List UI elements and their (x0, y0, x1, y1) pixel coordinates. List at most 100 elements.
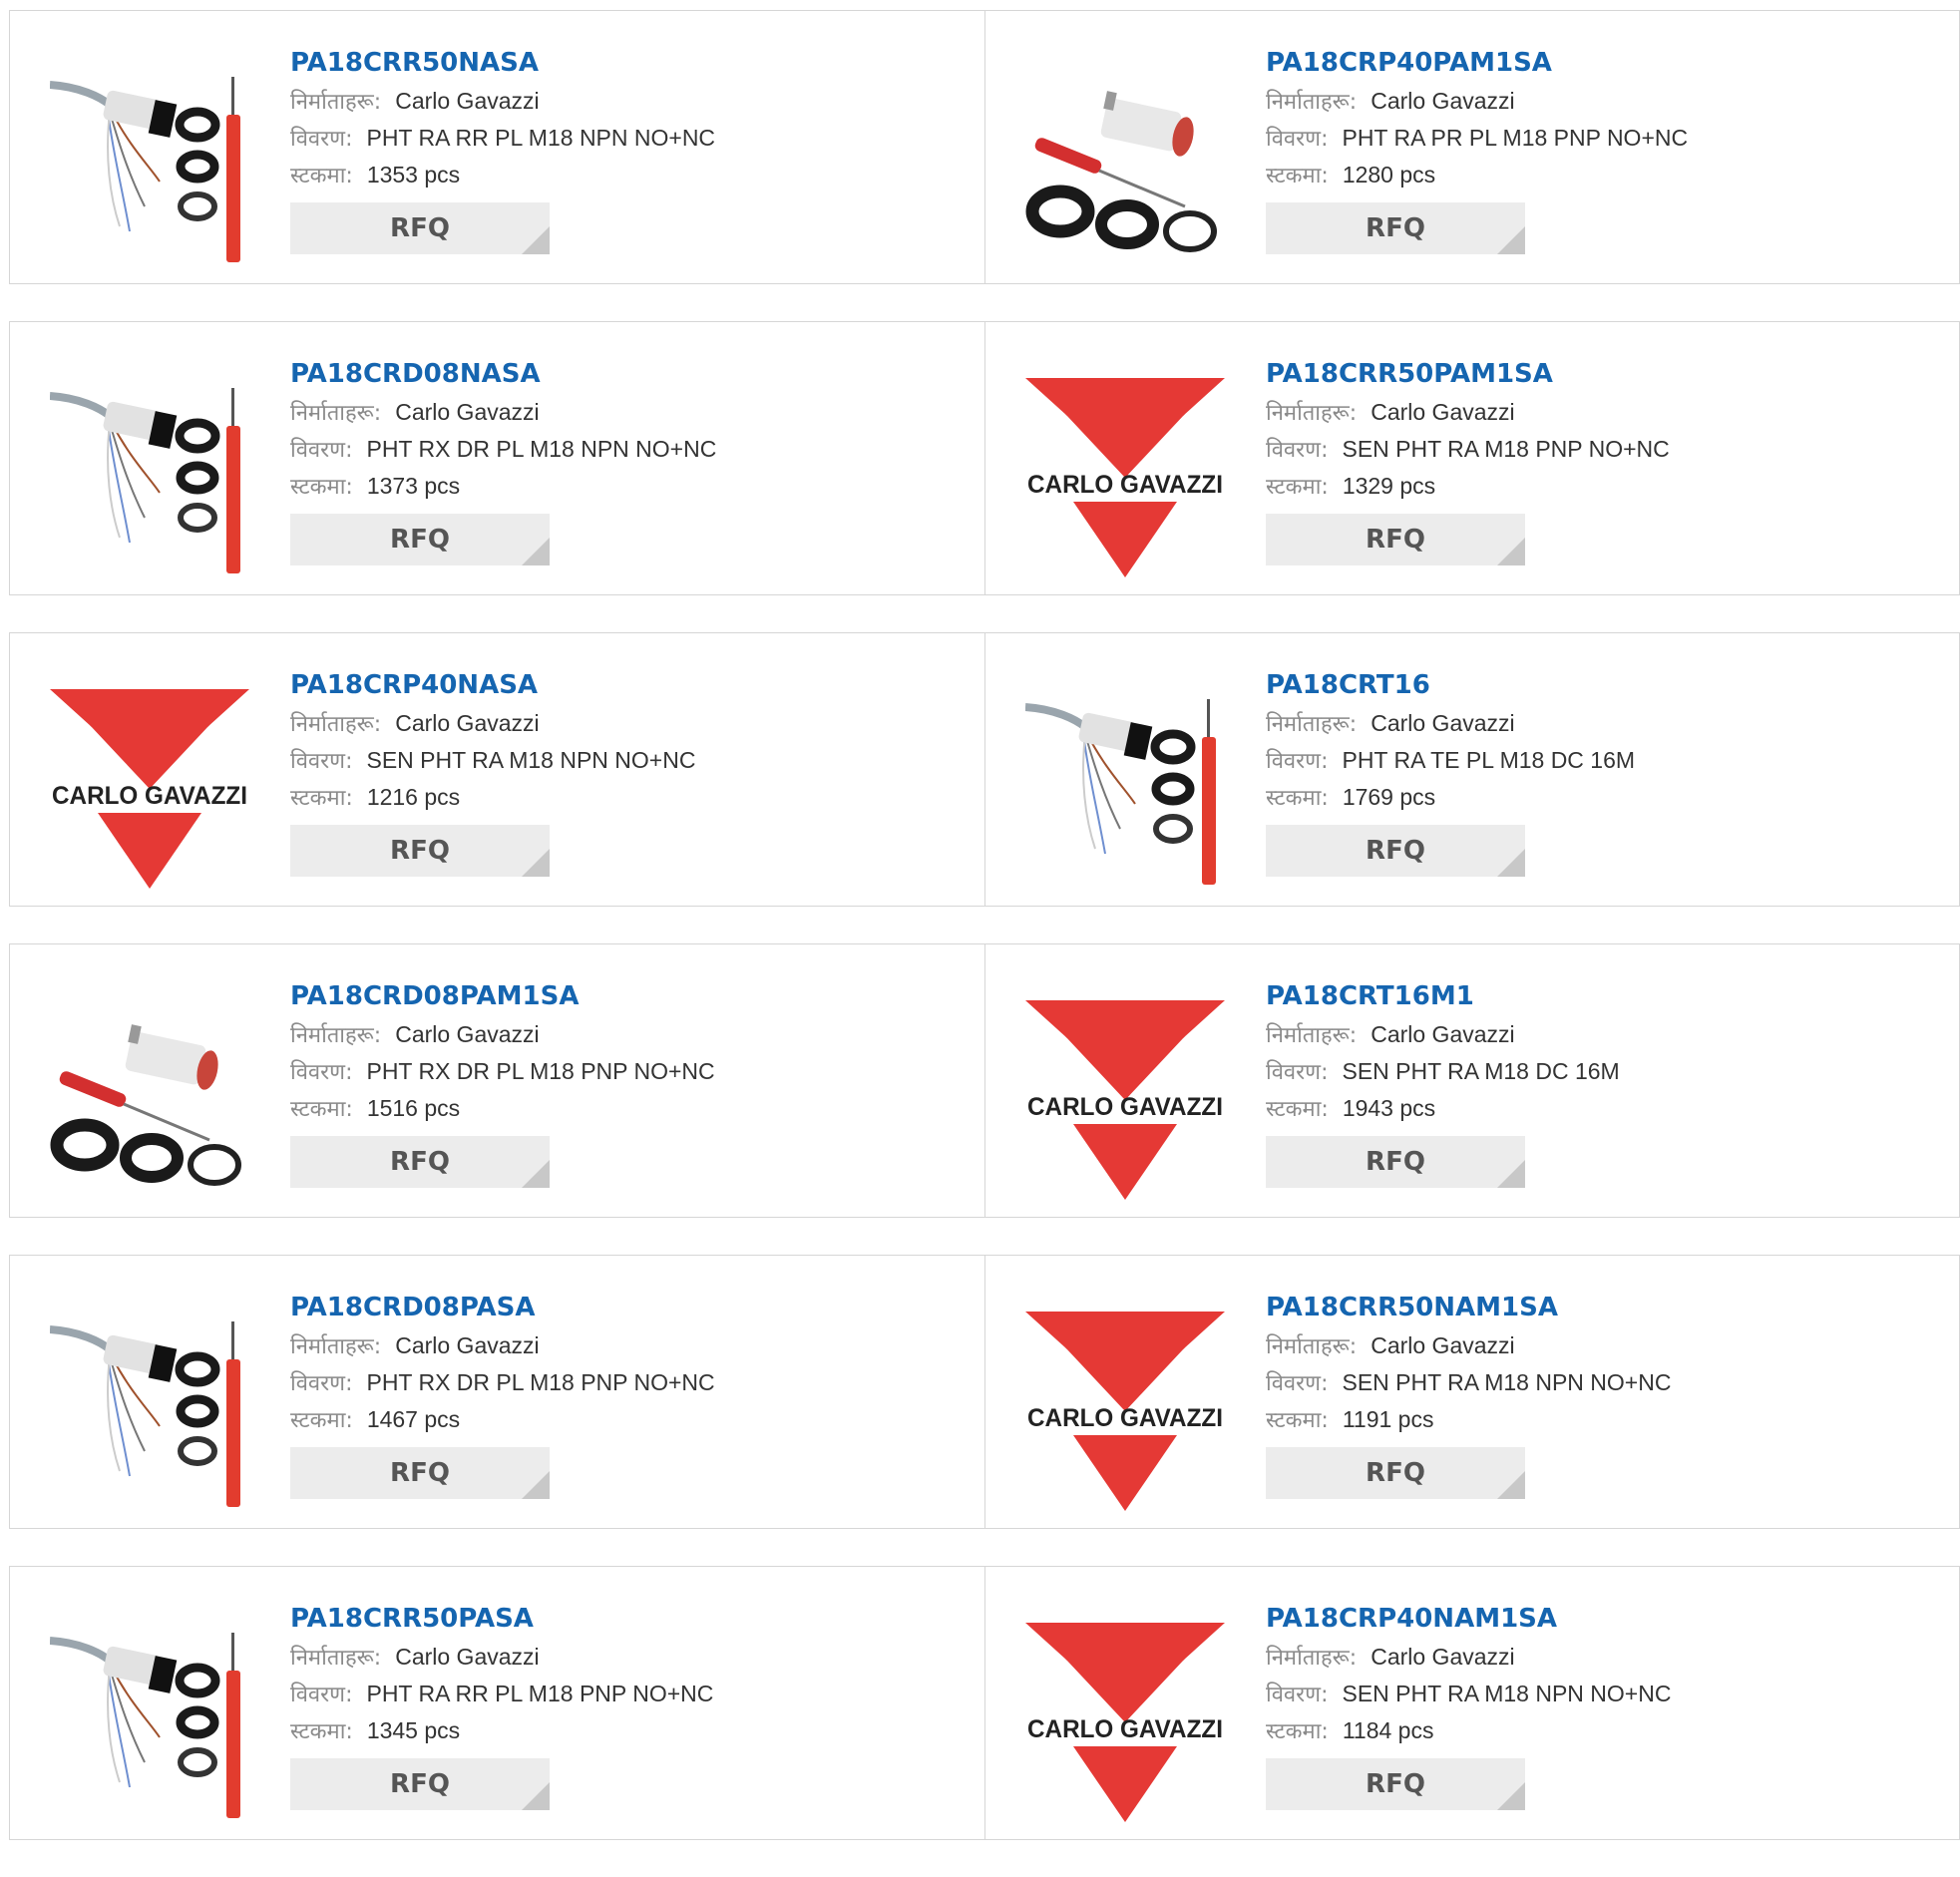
corner-decoration (1497, 226, 1525, 254)
product-info: PA18CRT16M1 निर्माताहरू: Carlo Gavazzi वि… (1266, 976, 1620, 1188)
corner-decoration (1497, 1471, 1525, 1499)
product-info: PA18CRP40PAM1SA निर्माताहरू: Carlo Gavazz… (1266, 43, 1688, 254)
description-label: विवरण: (290, 1371, 353, 1396)
description-label: विवरण: (290, 1060, 353, 1085)
stock-row: स्टकमा: 1353 pcs (290, 157, 715, 193)
description-row: विवरण: PHT RA RR PL M18 NPN NO+NC (290, 120, 715, 157)
product-image[interactable]: CARLO GAVAZZI (1025, 1623, 1225, 1822)
rfq-button[interactable]: RFQ (1266, 514, 1525, 565)
product-row: PA18CRD08PASA निर्माताहरू: Carlo Gavazzi … (9, 1255, 1960, 1529)
description-label: विवरण: (1266, 749, 1329, 774)
product-image[interactable]: CARLO GAVAZZI (1025, 378, 1225, 577)
product-card: PA18CRR50NASA निर्माताहरू: Carlo Gavazzi … (10, 11, 984, 283)
product-info: PA18CRR50NAM1SA निर्माताहरू: Carlo Gavazz… (1266, 1288, 1671, 1499)
part-number-link[interactable]: PA18CRR50PAM1SA (1266, 354, 1670, 394)
stock-value: 1516 pcs (366, 1095, 461, 1121)
product-image[interactable]: CARLO GAVAZZI (50, 689, 249, 889)
product-image[interactable] (50, 1623, 249, 1822)
rfq-label: RFQ (390, 1458, 450, 1488)
manufacturer-row: निर्माताहरू: Carlo Gavazzi (290, 394, 716, 431)
product-row: PA18CRR50PASA निर्माताहरू: Carlo Gavazzi … (9, 1566, 1960, 1840)
rfq-button[interactable]: RFQ (1266, 1136, 1525, 1188)
manufacturer-label: निर्माताहरू: (290, 90, 382, 115)
rfq-button[interactable]: RFQ (290, 1758, 550, 1810)
product-image[interactable]: CARLO GAVAZZI (1025, 1312, 1225, 1511)
corner-decoration (522, 1782, 550, 1810)
stock-row: स्टकमा: 1516 pcs (290, 1090, 715, 1127)
part-number-link[interactable]: PA18CRR50NAM1SA (1266, 1288, 1671, 1327)
stock-value: 1943 pcs (1342, 1095, 1436, 1121)
product-image[interactable]: CARLO GAVAZZI (1025, 1000, 1225, 1200)
stock-label: स्टकमा: (1266, 1719, 1329, 1744)
manufacturer-value: Carlo Gavazzi (1371, 399, 1515, 425)
manufacturer-row: निर्माताहरू: Carlo Gavazzi (290, 83, 715, 120)
rfq-button[interactable]: RFQ (290, 825, 550, 877)
rfq-button[interactable]: RFQ (290, 202, 550, 254)
part-number-link[interactable]: PA18CRP40NASA (290, 665, 695, 705)
part-number-link[interactable]: PA18CRP40PAM1SA (1266, 43, 1688, 83)
rfq-label: RFQ (1366, 1147, 1425, 1177)
product-image[interactable] (1025, 689, 1225, 889)
product-info: PA18CRD08PASA निर्माताहरू: Carlo Gavazzi … (290, 1288, 715, 1499)
rfq-button[interactable]: RFQ (1266, 202, 1525, 254)
stock-value: 1373 pcs (366, 473, 461, 499)
description-row: विवरण: PHT RX DR PL M18 PNP NO+NC (290, 1364, 715, 1401)
part-number-link[interactable]: PA18CRP40NAM1SA (1266, 1599, 1671, 1639)
rfq-button[interactable]: RFQ (1266, 1758, 1525, 1810)
product-image[interactable] (1025, 67, 1225, 266)
product-info: PA18CRT16 निर्माताहरू: Carlo Gavazzi विवर… (1266, 665, 1635, 877)
corner-decoration (1497, 1160, 1525, 1188)
rfq-button[interactable]: RFQ (1266, 1447, 1525, 1499)
sensor-cable-kit-icon (50, 1633, 240, 1818)
stock-value: 1345 pcs (366, 1717, 461, 1743)
part-number-link[interactable]: PA18CRT16M1 (1266, 976, 1620, 1016)
stock-value: 1184 pcs (1342, 1717, 1434, 1743)
corner-decoration (1497, 538, 1525, 565)
part-number-link[interactable]: PA18CRT16 (1266, 665, 1635, 705)
rfq-button[interactable]: RFQ (290, 1447, 550, 1499)
manufacturer-value: Carlo Gavazzi (1371, 88, 1515, 114)
manufacturer-value: Carlo Gavazzi (1371, 710, 1515, 736)
manufacturer-label: निर्माताहरू: (1266, 1646, 1358, 1671)
description-row: विवरण: SEN PHT RA M18 PNP NO+NC (1266, 431, 1670, 468)
manufacturer-row: निर्माताहरू: Carlo Gavazzi (1266, 394, 1670, 431)
rfq-button[interactable]: RFQ (1266, 825, 1525, 877)
description-value: PHT RX DR PL M18 PNP NO+NC (366, 1369, 715, 1395)
stock-label: स्टकमा: (290, 1097, 353, 1122)
product-grid: PA18CRR50NASA निर्माताहरू: Carlo Gavazzi … (9, 10, 1960, 1877)
carlo-gavazzi-logo-icon: CARLO GAVAZZI (1025, 1000, 1225, 1200)
product-card: CARLO GAVAZZI PA18CRR50NAM1SA निर्माताहर… (984, 1256, 1959, 1528)
rfq-button[interactable]: RFQ (290, 1136, 550, 1188)
stock-row: स्टकमा: 1191 pcs (1266, 1401, 1671, 1438)
manufacturer-row: निर्माताहरू: Carlo Gavazzi (1266, 705, 1635, 742)
rfq-button[interactable]: RFQ (290, 514, 550, 565)
description-label: विवरण: (1266, 438, 1329, 463)
description-value: PHT RA TE PL M18 DC 16M (1342, 747, 1636, 773)
product-card: CARLO GAVAZZI PA18CRP40NAM1SA निर्माताहर… (984, 1567, 1959, 1839)
rfq-label: RFQ (1366, 525, 1425, 555)
rfq-label: RFQ (1366, 836, 1425, 866)
product-card: PA18CRD08PASA निर्माताहरू: Carlo Gavazzi … (10, 1256, 984, 1528)
product-image[interactable] (50, 1000, 249, 1200)
part-number-link[interactable]: PA18CRD08PASA (290, 1288, 715, 1327)
description-value: PHT RX DR PL M18 PNP NO+NC (366, 1058, 715, 1084)
part-number-link[interactable]: PA18CRR50PASA (290, 1599, 713, 1639)
carlo-gavazzi-logo-icon: CARLO GAVAZZI (1025, 1623, 1225, 1822)
description-label: विवरण: (290, 749, 353, 774)
part-number-link[interactable]: PA18CRD08NASA (290, 354, 716, 394)
part-number-link[interactable]: PA18CRD08PAM1SA (290, 976, 715, 1016)
product-image[interactable] (50, 378, 249, 577)
product-card: PA18CRR50PASA निर्माताहरू: Carlo Gavazzi … (10, 1567, 984, 1839)
rfq-label: RFQ (390, 1147, 450, 1177)
corner-decoration (522, 538, 550, 565)
manufacturer-value: Carlo Gavazzi (1371, 1332, 1515, 1358)
manufacturer-label: निर्माताहरू: (1266, 1023, 1358, 1048)
product-info: PA18CRP40NASA निर्माताहरू: Carlo Gavazzi … (290, 665, 695, 877)
stock-value: 1329 pcs (1342, 473, 1436, 499)
description-label: विवरण: (290, 1683, 353, 1707)
part-number-link[interactable]: PA18CRR50NASA (290, 43, 715, 83)
product-image[interactable] (50, 1312, 249, 1511)
rfq-label: RFQ (390, 836, 450, 866)
rfq-label: RFQ (390, 1769, 450, 1799)
product-image[interactable] (50, 67, 249, 266)
